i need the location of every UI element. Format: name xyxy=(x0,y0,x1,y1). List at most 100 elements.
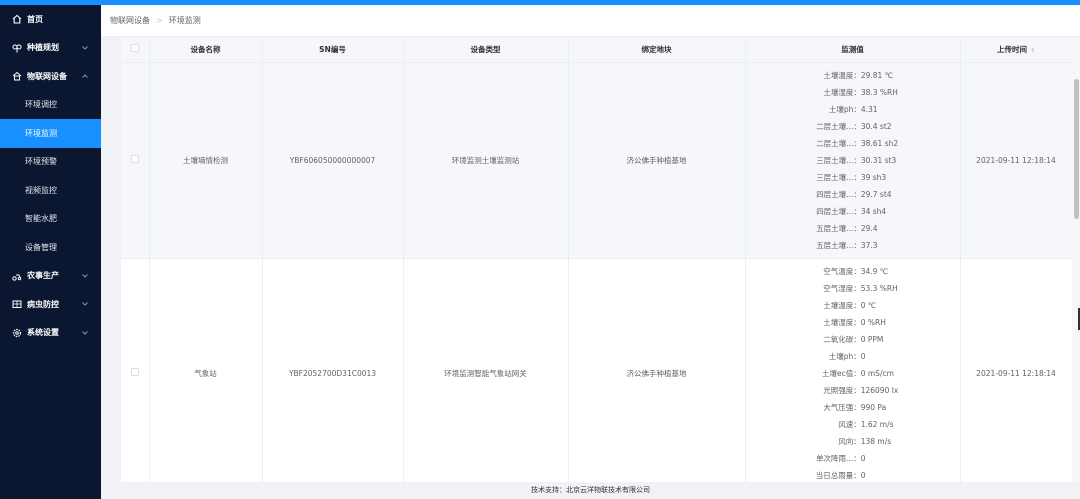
metric-item: 风向：138 m/s xyxy=(838,436,892,446)
sidebar-subitem-label: 环境预警 xyxy=(25,157,57,167)
sidebar-item-label: 种植规划 xyxy=(27,43,59,53)
metric-item: 二层土壤...：38.61 sh2 xyxy=(816,138,899,148)
sidebar-item-system-settings[interactable]: 系统设置 xyxy=(0,319,101,348)
row-checkbox[interactable] xyxy=(130,368,139,376)
metric-item: 空气湿度：53.3 %RH xyxy=(823,283,898,293)
metric-item: 光照强度：126090 lx xyxy=(823,385,899,395)
metric-item: 土壤温度：29.81 ℃ xyxy=(823,70,894,80)
metric-item: 土壤ph：0 xyxy=(828,351,866,361)
sidebar-subitem-label: 设备管理 xyxy=(25,242,57,252)
table-row: 土壤墒情检测 YBF606050000000007 环境监测土壤监测站 济公佛手… xyxy=(121,62,1072,259)
monitoring-values-cell: 土壤温度：29.81 ℃ 土壤湿度：38.3 %RH 土壤ph：4.31 二层土… xyxy=(745,62,961,259)
breadcrumb-parent[interactable]: 物联网设备 xyxy=(110,15,150,26)
device-name-cell: 气象站 xyxy=(149,258,263,482)
monitoring-values-cell: 空气温度：34.9 ℃ 空气湿度：53.3 %RH 土壤温度：0 ℃ 土壤湿度：… xyxy=(745,258,961,483)
breadcrumb-current: 环境监测 xyxy=(168,16,201,25)
sidebar-subitem-device-management[interactable]: 设备管理 xyxy=(0,233,101,262)
table-header-row: 设备名称 SN编号 设备类型 绑定地块 监测值 上传时间 ⇕ xyxy=(121,37,1072,63)
select-all-checkbox[interactable] xyxy=(130,44,139,53)
sidebar-item-label: 系统设置 xyxy=(27,328,59,338)
breadcrumb: 物联网设备 > 环境监测 xyxy=(101,5,1080,37)
vertical-scrollbar[interactable] xyxy=(1072,37,1080,482)
metric-item: 大气压强：990 Pa xyxy=(823,402,887,412)
metric-item: 土壤湿度：38.3 %RH xyxy=(823,87,898,97)
metric-item: 二氧化碳：0 PPM xyxy=(823,334,884,344)
sidebar-subitem-label: 智能水肥 xyxy=(25,214,57,224)
device-icon xyxy=(12,71,22,81)
metric-item: 风速：1.62 m/s xyxy=(838,419,894,429)
metric-item: 五层土壤...：29.4 xyxy=(816,223,878,233)
metric-item: 四层土壤...：34 sh4 xyxy=(816,206,887,216)
scrollbar-thumb[interactable] xyxy=(1074,79,1079,219)
row-select-cell xyxy=(121,62,150,259)
sn-cell: YBF2052700D31C0013 xyxy=(262,258,404,482)
sidebar-item-label: 病虫防控 xyxy=(27,299,59,309)
device-type-cell: 环境监测智能气象站网关 xyxy=(403,258,569,482)
table-row: 气象站 YBF2052700D31C0013 环境监测智能气象站网关 济公佛手种… xyxy=(121,258,1072,482)
upload-time-cell: 2021-09-11 12:18:14 xyxy=(960,258,1072,482)
metric-item: 土壤ph：4.31 xyxy=(828,104,878,114)
sidebar-subitem-smart-fertigation[interactable]: 智能水肥 xyxy=(0,204,101,233)
tractor-icon xyxy=(12,271,22,281)
device-type-cell: 环境监测土壤监测站 xyxy=(403,62,569,259)
metric-item: 五层土壤...：37.3 xyxy=(816,240,878,250)
upload-time-label: 上传时间 xyxy=(996,44,1027,54)
sidebar-item-home[interactable]: 首页 xyxy=(0,5,101,34)
home-icon xyxy=(12,14,22,24)
row-checkbox[interactable] xyxy=(130,155,139,163)
sidebar-item-label: 农事生产 xyxy=(27,271,59,281)
sidebar-subitem-env-monitoring[interactable]: 环境监测 xyxy=(0,119,101,148)
device-name-cell: 土壤墒情检测 xyxy=(149,62,263,259)
plant-icon xyxy=(12,43,22,53)
metric-item: 空气温度：34.9 ℃ xyxy=(823,266,889,276)
bound-plot-cell: 济公佛手种植基地 xyxy=(568,62,746,259)
sidebar-item-planting[interactable]: 种植规划 xyxy=(0,34,101,63)
main-content: 物联网设备 > 环境监测 设备名称 SN编号 设备类型 绑定地块 监测值 上传时… xyxy=(101,5,1080,499)
gear-icon xyxy=(12,328,22,338)
metric-item: 单次降雨...：0 xyxy=(816,453,866,463)
sidebar-item-pest-control[interactable]: 病虫防控 xyxy=(0,290,101,319)
bug-icon xyxy=(12,299,22,309)
footer: 技术支持：北京云洋物联技术有限公司 xyxy=(101,482,1080,499)
sidebar-item-iot-devices[interactable]: 物联网设备 xyxy=(0,62,101,91)
sidebar-item-farming[interactable]: 农事生产 xyxy=(0,262,101,291)
column-header-sn: SN编号 xyxy=(262,37,404,63)
column-header-bound-plot: 绑定地块 xyxy=(568,37,746,63)
metric-item: 三层土壤...：30.31 st3 xyxy=(816,155,897,165)
chevron-down-icon xyxy=(82,302,88,306)
metric-list: 空气温度：34.9 ℃ 空气湿度：53.3 %RH 土壤温度：0 ℃ 土壤湿度：… xyxy=(807,263,899,483)
chevron-down-icon xyxy=(82,330,88,335)
bound-plot-cell: 济公佛手种植基地 xyxy=(568,258,746,482)
sidebar-subitem-label: 视频监控 xyxy=(25,185,57,195)
sidebar-subitem-label: 环境监测 xyxy=(25,128,57,138)
metric-list: 土壤温度：29.81 ℃ 土壤湿度：38.3 %RH 土壤ph：4.31 二层土… xyxy=(807,67,898,254)
column-header-device-type: 设备类型 xyxy=(403,37,569,63)
sidebar: 首页 种植规划 物联网设备 环境调控 环境监测 环境预警 视频监控 智能水肥 设… xyxy=(0,5,101,499)
sidebar-item-label: 物联网设备 xyxy=(27,71,67,81)
metric-item: 土壤温度：0 ℃ xyxy=(823,300,877,310)
sidebar-subitem-env-control[interactable]: 环境调控 xyxy=(0,90,101,119)
sidebar-subitem-env-warning[interactable]: 环境预警 xyxy=(0,147,101,176)
column-header-device-name: 设备名称 xyxy=(149,37,263,63)
metric-item: 四层土壤...：29.7 st4 xyxy=(816,189,892,199)
chevron-up-icon xyxy=(82,74,88,78)
sn-cell: YBF606050000000007 xyxy=(262,62,404,259)
sidebar-subitem-video-monitoring[interactable]: 视频监控 xyxy=(0,176,101,205)
chevron-down-icon xyxy=(82,45,88,50)
metric-item: 二层土壤...：30.4 st2 xyxy=(816,121,892,131)
column-header-monitoring-values: 监测值 xyxy=(745,37,961,63)
upload-time-cell: 2021-09-11 12:18:14 xyxy=(960,62,1072,259)
chevron-down-icon xyxy=(82,273,88,278)
sort-icon[interactable]: ⇕ xyxy=(1030,47,1035,54)
sidebar-item-label: 首页 xyxy=(27,14,43,24)
metric-item: 土壤湿度：0 %RH xyxy=(823,317,886,327)
metric-item: 三层土壤...：39 sh3 xyxy=(816,172,887,182)
device-table: 设备名称 SN编号 设备类型 绑定地块 监测值 上传时间 ⇕ 土壤墒情检测 YBF… xyxy=(121,37,1072,482)
metric-item: 当日总雨量：0 xyxy=(815,470,866,480)
sidebar-subitem-label: 环境调控 xyxy=(25,100,57,110)
metric-item: 土壤ec值：0 mS/cm xyxy=(821,368,894,378)
row-select-cell xyxy=(121,258,150,482)
select-all-header xyxy=(121,37,150,63)
breadcrumb-separator: > xyxy=(156,16,163,25)
column-header-upload-time[interactable]: 上传时间 ⇕ xyxy=(960,37,1072,63)
